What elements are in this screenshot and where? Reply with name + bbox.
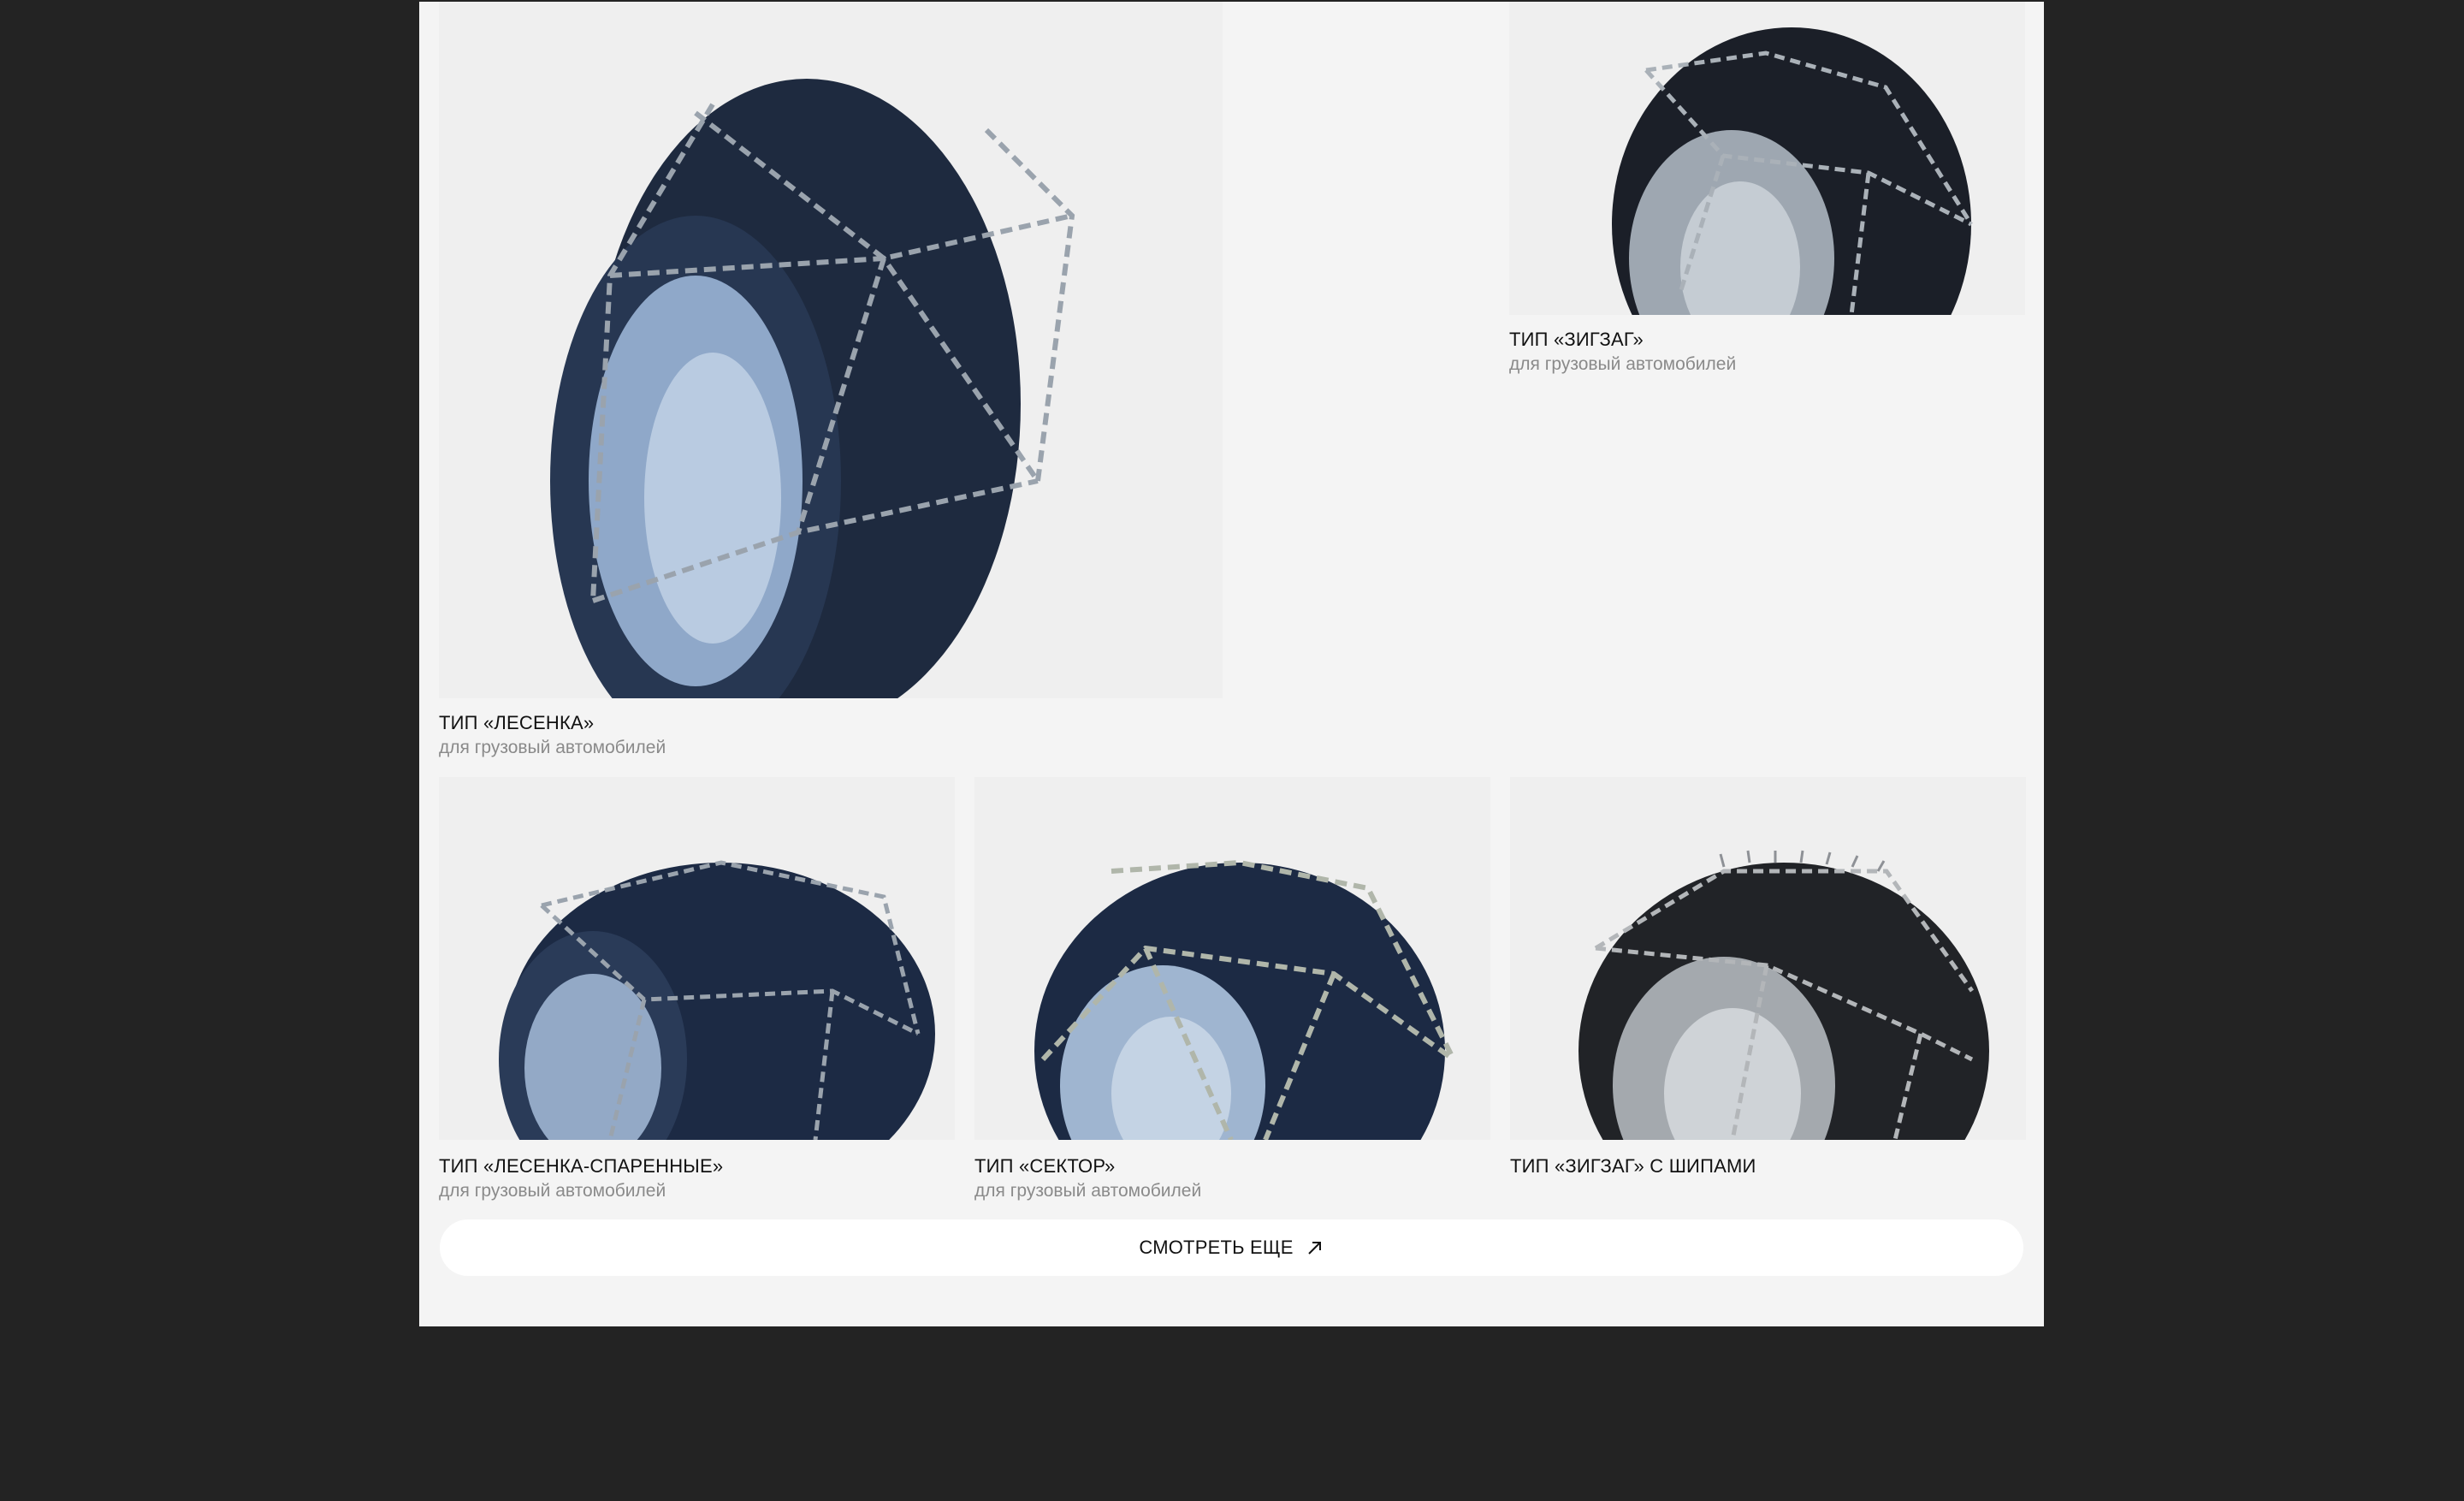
product-panel: ТИП «ЛЕСЕНКА» для грузовый автомобилей Т… <box>419 2 2044 1326</box>
product-image[interactable] <box>1510 777 2026 1140</box>
arrow-up-right-icon <box>1307 1242 1321 1255</box>
show-more-label: СМОТРЕТЬ ЕЩЕ <box>1139 1237 1294 1258</box>
product-image[interactable] <box>439 777 955 1140</box>
product-title[interactable]: ТИП «ЛЕСЕНКА» <box>439 712 594 734</box>
product-subtitle: для грузовый автомобилей <box>439 1181 666 1201</box>
product-image[interactable] <box>1509 2 2025 315</box>
product-subtitle: для грузовый автомобилей <box>1509 354 1737 374</box>
product-title[interactable]: ТИП «ЗИГЗАГ» <box>1509 329 1644 351</box>
product-card[interactable]: ТИП «ЛЕСЕНКА-СПАРЕННЫЕ» для грузовый авт… <box>439 777 955 1205</box>
product-card[interactable]: ТИП «СЕКТОР» для грузовый автомобилей <box>974 777 1490 1205</box>
product-card[interactable]: ТИП «ЗИГЗАГ» С ШИПАМИ <box>1510 777 2026 1205</box>
product-card[interactable]: ТИП «ЗИГЗАГ» для грузовый автомобилей <box>1509 2 2025 378</box>
product-title[interactable]: ТИП «ЗИГЗАГ» С ШИПАМИ <box>1510 1155 1756 1178</box>
product-title[interactable]: ТИП «ЛЕСЕНКА-СПАРЕННЫЕ» <box>439 1155 723 1178</box>
product-subtitle: для грузовый автомобилей <box>439 738 666 757</box>
product-card[interactable]: ТИП «ЛЕСЕНКА» для грузовый автомобилей <box>439 2 1223 763</box>
product-image[interactable] <box>974 777 1490 1140</box>
product-title[interactable]: ТИП «СЕКТОР» <box>974 1155 1115 1178</box>
product-image[interactable] <box>439 2 1223 698</box>
show-more-button[interactable]: СМОТРЕТЬ ЕЩЕ <box>440 1219 2023 1276</box>
product-subtitle: для грузовый автомобилей <box>974 1181 1202 1201</box>
